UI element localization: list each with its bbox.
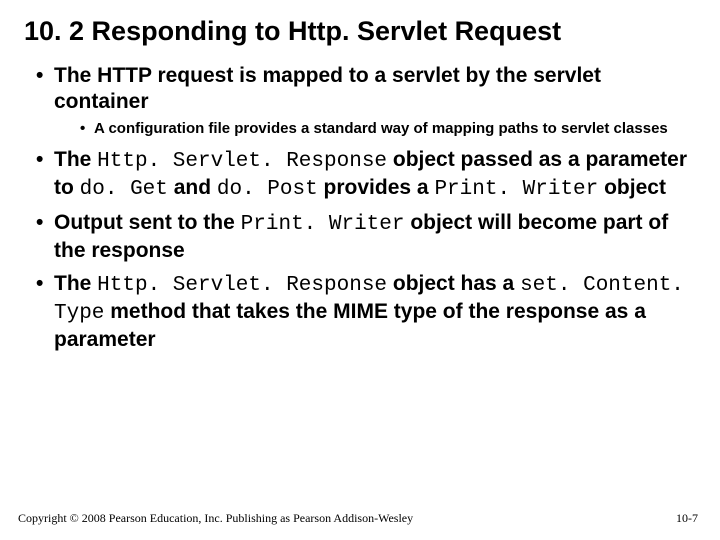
text: provides a (318, 176, 435, 199)
code-text: Print. Writer (434, 178, 598, 201)
sub-bullet-list: A configuration file provides a standard… (54, 120, 692, 139)
text: A configuration file provides a standard… (94, 120, 668, 137)
code-text: do. Get (80, 178, 168, 201)
bullet-item: The HTTP request is mapped to a servlet … (34, 63, 692, 139)
code-text: Print. Writer (241, 213, 405, 236)
copyright-footer: Copyright © 2008 Pearson Education, Inc.… (18, 511, 413, 526)
sub-bullet-item: A configuration file provides a standard… (80, 120, 692, 139)
text: The (54, 148, 97, 171)
text: object has a (387, 272, 520, 295)
code-text: Http. Servlet. Response (97, 274, 387, 297)
text: and (168, 176, 217, 199)
page-number: 10-7 (676, 511, 698, 526)
slide: 10. 2 Responding to Http. Servlet Reques… (0, 0, 720, 540)
text: method that takes the MIME type of the r… (54, 300, 646, 351)
text: Output sent to the (54, 211, 241, 234)
text: The HTTP request is mapped to a servlet … (54, 64, 601, 113)
bullet-item: The Http. Servlet. Response object has a… (34, 271, 692, 352)
bullet-item: Output sent to the Print. Writer object … (34, 210, 692, 263)
text: The (54, 272, 97, 295)
bullet-list: The HTTP request is mapped to a servlet … (24, 63, 692, 352)
bullet-item: The Http. Servlet. Response object passe… (34, 147, 692, 202)
text: object (598, 176, 666, 199)
code-text: Http. Servlet. Response (97, 150, 387, 173)
slide-title: 10. 2 Responding to Http. Servlet Reques… (24, 16, 692, 47)
code-text: do. Post (217, 178, 318, 201)
